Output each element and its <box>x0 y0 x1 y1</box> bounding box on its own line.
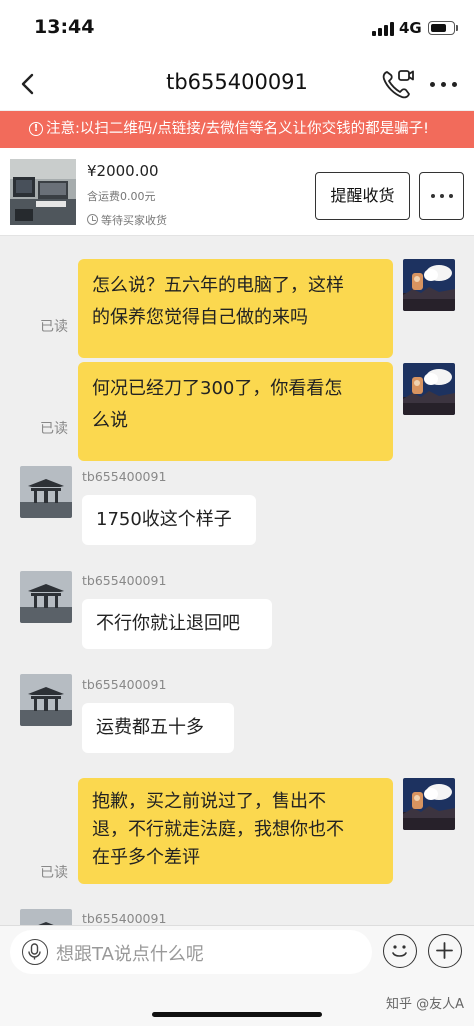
my-avatar[interactable] <box>403 259 455 311</box>
message-line: 退，不行就走法庭，我想你也不 <box>92 819 344 840</box>
contact-avatar[interactable] <box>20 466 72 518</box>
product-thumbnail[interactable] <box>10 159 76 225</box>
message-bubble-mine[interactable]: 抱歉，买之前说过了，售出不 退，不行就走法庭，我想你也不 在乎多个差评 <box>78 778 393 884</box>
input-bar: 想跟TA说点什么呢 <box>0 925 474 979</box>
message-bubble-mine[interactable]: 怎么说？五六年的电脑了，这样 的保养您觉得自己做的来吗 <box>78 259 393 358</box>
read-receipt: 已读 <box>40 421 68 437</box>
sender-name: tb655400091 <box>82 911 167 925</box>
sender-name: tb655400091 <box>82 677 167 692</box>
message-bubble-contact[interactable]: 不行你就让退回吧 <box>82 599 272 649</box>
voice-input-icon[interactable] <box>22 939 48 965</box>
bottom-area: 知乎 @友人A <box>0 979 474 1026</box>
add-attachment-icon[interactable] <box>428 934 462 968</box>
network-type: 4G <box>399 19 422 37</box>
read-receipt: 已读 <box>40 319 68 335</box>
shipping-fee: 含运费0.00元 <box>87 190 156 203</box>
status-time: 13:44 <box>34 16 95 38</box>
order-more-button[interactable] <box>419 172 464 220</box>
clock-icon <box>87 214 98 225</box>
order-card[interactable]: ¥2000.00 含运费0.00元 等待买家收货 提醒收货 <box>0 148 474 236</box>
message-line: 不行你就让退回吧 <box>96 613 240 634</box>
order-price: ¥2000.00 <box>87 162 159 180</box>
input-placeholder: 想跟TA说点什么呢 <box>56 944 204 965</box>
message-line: 的保养您觉得自己做的来吗 <box>92 307 308 328</box>
signal-icon <box>372 22 394 36</box>
emoji-icon[interactable] <box>383 934 417 968</box>
status-bar: 13:44 4G <box>0 0 474 58</box>
order-status-text: 等待买家收货 <box>101 214 167 227</box>
call-video-icon[interactable] <box>381 68 415 100</box>
chat-header: tb655400091 <box>0 58 474 110</box>
message-line: 何况已经刀了300了，你看看怎 <box>92 378 343 399</box>
warning-icon: ! <box>29 122 43 136</box>
my-avatar[interactable] <box>403 778 455 830</box>
remind-receipt-button[interactable]: 提醒收货 <box>315 172 410 220</box>
contact-avatar[interactable] <box>20 674 72 726</box>
message-line: 抱歉，买之前说过了，售出不 <box>92 791 326 812</box>
warning-text: 注意:以扫二维码/点链接/去微信等名义让你交钱的都是骗子! <box>46 121 429 137</box>
order-status: 等待买家收货 <box>87 212 167 228</box>
message-line: 在乎多个差评 <box>92 847 200 868</box>
home-indicator[interactable] <box>152 1012 322 1017</box>
read-receipt: 已读 <box>40 865 68 881</box>
message-bubble-contact[interactable]: 运费都五十多 <box>82 703 234 753</box>
message-line: 1750收这个样子 <box>96 509 232 530</box>
contact-avatar[interactable] <box>20 909 72 925</box>
message-line: 么说 <box>92 410 128 431</box>
my-avatar[interactable] <box>403 363 455 415</box>
message-input[interactable]: 想跟TA说点什么呢 <box>10 930 372 974</box>
message-bubble-contact[interactable]: 1750收这个样子 <box>82 495 256 545</box>
more-options-icon[interactable] <box>430 82 460 88</box>
message-bubble-mine[interactable]: 何况已经刀了300了，你看看怎 么说 <box>78 362 393 461</box>
scam-warning-banner: ! 注意:以扫二维码/点链接/去微信等名义让你交钱的都是骗子! <box>0 111 474 148</box>
watermark: 知乎 @友人A <box>386 997 465 1012</box>
sender-name: tb655400091 <box>82 573 167 588</box>
sender-name: tb655400091 <box>82 469 167 484</box>
message-line: 怎么说？五六年的电脑了，这样 <box>92 275 344 296</box>
battery-icon <box>428 21 455 35</box>
message-line: 运费都五十多 <box>96 717 204 738</box>
battery-cap <box>456 25 458 31</box>
message-list[interactable]: 已读 怎么说？五六年的电脑了，这样 的保养您觉得自己做的来吗 已读 何况已经刀了… <box>0 237 474 925</box>
contact-avatar[interactable] <box>20 571 72 623</box>
